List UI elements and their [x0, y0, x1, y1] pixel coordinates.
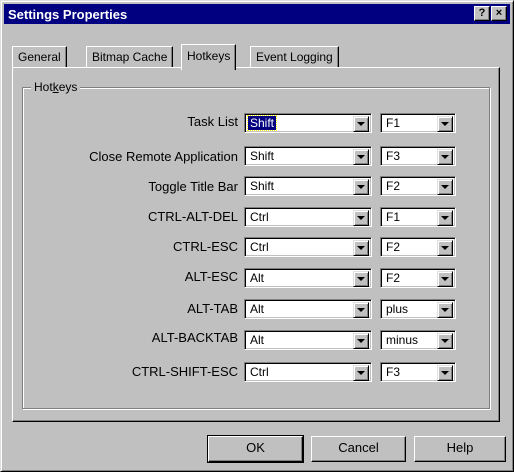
dropdown-arrow-icon[interactable]	[353, 179, 369, 195]
alt-esc-modifier-select[interactable]: Alt	[244, 268, 372, 288]
dropdown-arrow-icon[interactable]	[353, 116, 369, 132]
dropdown-arrow-icon[interactable]	[437, 333, 453, 349]
close-remote-application-key-select[interactable]: F3	[380, 146, 456, 166]
dropdown-arrow-icon[interactable]	[437, 302, 453, 318]
dropdown-arrow-icon[interactable]	[437, 210, 453, 226]
dropdown-arrow-icon[interactable]	[437, 240, 453, 256]
hotkey-label-ctrl-alt-del: CTRL-ALT-DEL	[147, 209, 238, 224]
dropdown-arrow-icon[interactable]	[353, 302, 369, 318]
combo-value: Alt	[250, 271, 265, 285]
combo-value: F2	[386, 179, 401, 193]
task-list-key-select[interactable]: F1	[380, 113, 456, 133]
cancel-button[interactable]: Cancel	[311, 436, 406, 462]
dropdown-arrow-icon[interactable]	[353, 333, 369, 349]
alt-tab-modifier-select[interactable]: Alt	[244, 299, 372, 319]
dropdown-arrow-icon[interactable]	[437, 179, 453, 195]
hotkey-label-ctrl-esc: CTRL-ESC	[172, 239, 238, 254]
ctrl-shift-esc-key-select[interactable]: F3	[380, 362, 456, 382]
ctrl-esc-modifier-select[interactable]: Ctrl	[244, 237, 372, 257]
combo-value: plus	[386, 302, 409, 316]
combo-value: Ctrl	[250, 365, 269, 379]
dropdown-arrow-icon[interactable]	[437, 365, 453, 381]
combo-value: Ctrl	[250, 210, 269, 224]
ctrl-alt-del-key-select[interactable]: F1	[380, 207, 456, 227]
alt-backtab-key-select[interactable]: minus	[380, 330, 456, 350]
hotkey-label-alt-esc: ALT-ESC	[184, 269, 238, 284]
combo-value: F1	[386, 116, 401, 130]
ctrl-alt-del-modifier-select[interactable]: Ctrl	[244, 207, 372, 227]
close-icon[interactable]: ×	[491, 6, 507, 21]
title-bar: Settings Properties ? ×	[4, 4, 510, 24]
dropdown-arrow-icon[interactable]	[353, 210, 369, 226]
combo-value: Alt	[250, 302, 265, 316]
dropdown-arrow-icon[interactable]	[353, 149, 369, 165]
alt-backtab-modifier-select[interactable]: Alt	[244, 330, 372, 350]
hotkey-label-ctrl-shift-esc: CTRL-SHIFT-ESC	[131, 364, 238, 379]
ok-button[interactable]: OK	[207, 435, 304, 463]
hotkey-label-alt-backtab: ALT-BACKTAB	[151, 330, 238, 345]
window-title: Settings Properties	[8, 7, 128, 22]
ctrl-shift-esc-modifier-select[interactable]: Ctrl	[244, 362, 372, 382]
dropdown-arrow-icon[interactable]	[353, 271, 369, 287]
combo-value: F2	[386, 271, 401, 285]
combo-value: minus	[386, 333, 419, 347]
combo-value: Alt	[250, 333, 265, 347]
toggle-title-bar-key-select[interactable]: F2	[380, 176, 456, 196]
combo-value: F3	[386, 149, 401, 163]
tab-general[interactable]: General	[12, 46, 67, 68]
help-button[interactable]: Help	[414, 436, 506, 462]
combo-value: F2	[386, 240, 401, 254]
dropdown-arrow-icon[interactable]	[437, 149, 453, 165]
hotkey-label-close-remote-application: Close Remote Application	[89, 149, 238, 164]
hotkey-label-task-list: Task List	[187, 114, 238, 129]
hotkeys-group-label: Hotkeys	[31, 80, 81, 94]
dropdown-arrow-icon[interactable]	[437, 271, 453, 287]
combo-value: Ctrl	[250, 240, 269, 254]
dropdown-arrow-icon[interactable]	[353, 240, 369, 256]
tab-event-logging[interactable]: Event Logging	[250, 46, 339, 68]
combo-value: F3	[386, 365, 401, 379]
close-remote-application-modifier-select[interactable]: Shift	[244, 146, 372, 166]
dropdown-arrow-icon[interactable]	[437, 116, 453, 132]
alt-tab-key-select[interactable]: plus	[380, 299, 456, 319]
combo-value: Shift	[250, 179, 275, 193]
toggle-title-bar-modifier-select[interactable]: Shift	[244, 176, 372, 196]
ctrl-esc-key-select[interactable]: F2	[380, 237, 456, 257]
task-list-modifier-select[interactable]: Shift	[244, 113, 372, 133]
tab-hotkeys[interactable]: Hotkeys	[181, 44, 237, 70]
help-icon[interactable]: ?	[474, 6, 490, 21]
hotkey-label-alt-tab: ALT-TAB	[187, 301, 238, 316]
tab-bitmap-cache[interactable]: Bitmap Cache	[86, 46, 174, 68]
dropdown-arrow-icon[interactable]	[353, 365, 369, 381]
hotkey-label-toggle-title-bar: Toggle Title Bar	[148, 179, 238, 194]
alt-esc-key-select[interactable]: F2	[380, 268, 456, 288]
combo-value: F1	[386, 210, 401, 224]
combo-value: Shift	[246, 115, 278, 131]
combo-value: Shift	[250, 149, 275, 163]
